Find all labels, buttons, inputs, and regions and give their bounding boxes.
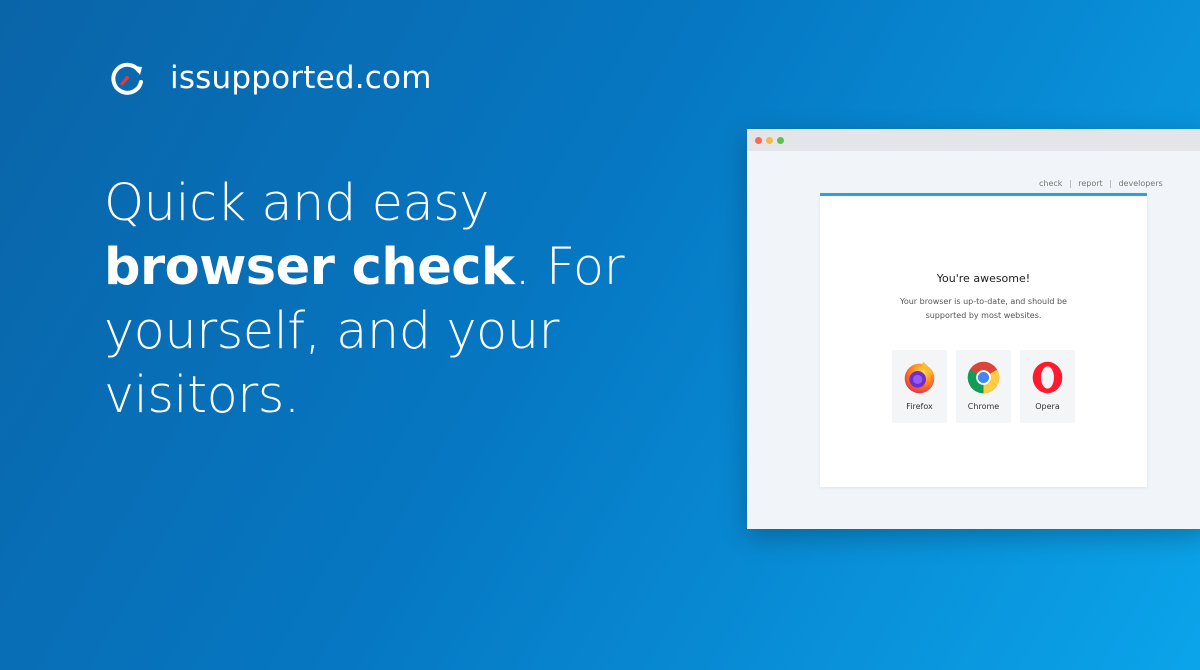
refresh-clock-icon [108, 58, 148, 98]
headline: Quick and easy browser check. For yourse… [104, 172, 664, 428]
nav-separator: | [1068, 179, 1072, 188]
minimize-dot [766, 137, 773, 144]
result-card: You're awesome! Your browser is up-to-da… [820, 193, 1147, 487]
browser-card-opera[interactable]: Opera [1020, 350, 1075, 423]
result-description: Your browser is up-to-date, and should b… [900, 297, 1067, 320]
nav-report-link[interactable]: report [1078, 179, 1102, 188]
headline-line1: Quick and easy [104, 174, 489, 233]
headline-bold: browser check [104, 238, 515, 297]
browser-name: Chrome [967, 402, 1000, 411]
browser-card-firefox[interactable]: Firefox [892, 350, 947, 423]
close-dot [755, 137, 762, 144]
brand-name: issupported.com [170, 60, 432, 96]
nav-separator: | [1109, 179, 1112, 188]
browser-card-chrome[interactable]: Chrome [956, 350, 1011, 423]
mockup-nav: check | report | developers [1039, 179, 1163, 188]
window-titlebar [747, 129, 1200, 151]
nav-check-link[interactable]: check [1039, 179, 1062, 188]
browser-mockup-window: check | report | developers You're aweso… [747, 129, 1200, 529]
result-title: You're awesome! [936, 272, 1031, 285]
nav-developers-link[interactable]: developers [1118, 179, 1162, 188]
brand-logo[interactable]: issupported.com [108, 58, 432, 98]
browser-name: Firefox [906, 402, 933, 411]
browser-list: Firefox Chrome Opera [892, 350, 1075, 423]
browser-name: Opera [1035, 402, 1060, 411]
maximize-dot [777, 137, 784, 144]
